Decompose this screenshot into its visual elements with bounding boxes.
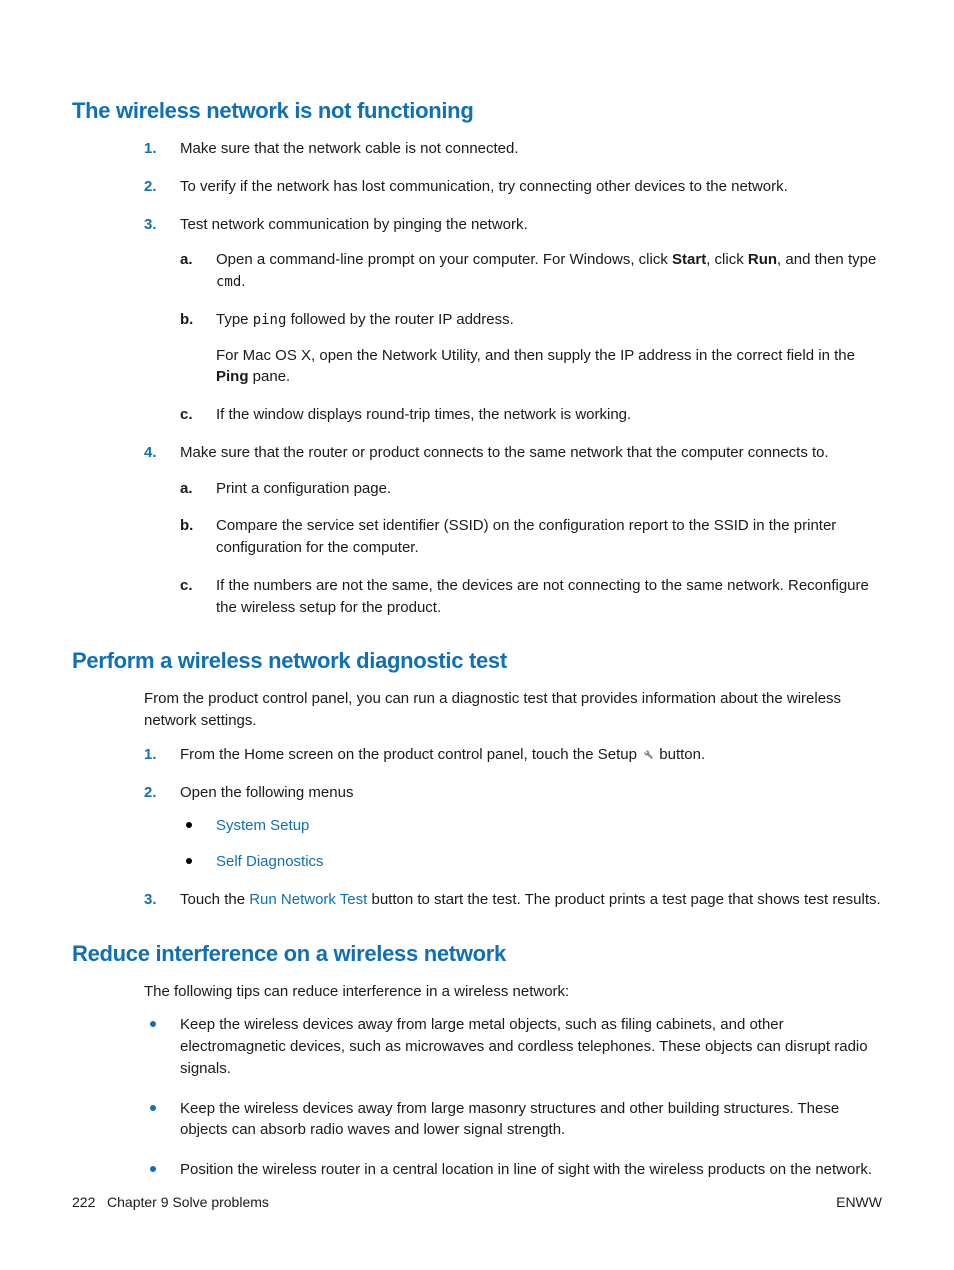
document-page: The wireless network is not functioning … <box>0 0 954 1270</box>
sec1-step4b: b. Compare the service set identifier (S… <box>180 515 882 559</box>
sec1-step4c: c. If the numbers are not the same, the … <box>180 575 882 619</box>
wrench-icon <box>641 745 655 757</box>
tip-text: Keep the wireless devices away from larg… <box>180 1016 868 1077</box>
step-text: Test network communication by pinging th… <box>180 216 528 233</box>
step-text: Open the following menus <box>180 784 353 801</box>
ui-label-start: Start <box>672 251 706 268</box>
step-text: Print a configuration page. <box>216 480 391 497</box>
sec3-tip3: Position the wireless router in a centra… <box>144 1159 882 1181</box>
ui-label-run: Run <box>748 251 777 268</box>
footer-right: ENWW <box>836 1194 882 1210</box>
step-text: If the numbers are not the same, the dev… <box>216 577 869 616</box>
text-fragment: followed by the router IP address. <box>286 311 513 328</box>
ui-label-ping-pane: Ping <box>216 368 249 385</box>
list-marker: b. <box>180 309 193 331</box>
list-marker: 2. <box>144 176 157 198</box>
sec2-step3: 3. Touch the Run Network Test button to … <box>144 889 882 911</box>
sec2-step2: 2. Open the following menus System Setup… <box>144 782 882 873</box>
sec3-tip1: Keep the wireless devices away from larg… <box>144 1014 882 1079</box>
sec1-step4: 4. Make sure that the router or product … <box>144 442 882 619</box>
text-fragment: , and then type <box>777 251 876 268</box>
sec1-step3a: a. Open a command-line prompt on your co… <box>180 249 882 293</box>
step-text: To verify if the network has lost commun… <box>180 178 788 195</box>
bullet-icon <box>186 858 192 864</box>
sec1-step3b-mac: For Mac OS X, open the Network Utility, … <box>216 345 882 389</box>
list-marker: 2. <box>144 782 157 804</box>
code-cmd: cmd <box>216 274 241 290</box>
sec1-step4a: a. Print a configuration page. <box>180 478 882 500</box>
sec3-tips-list: Keep the wireless devices away from larg… <box>144 1014 882 1181</box>
sec1-step3-sublist: a. Open a command-line prompt on your co… <box>180 249 882 426</box>
sec1-list: 1. Make sure that the network cable is n… <box>144 138 882 618</box>
chapter-title: Chapter 9 Solve problems <box>107 1194 269 1210</box>
step-text: If the window displays round-trip times,… <box>216 406 631 423</box>
heading-wireless-not-functioning: The wireless network is not functioning <box>72 98 882 124</box>
ui-link-system-setup: System Setup <box>216 817 309 834</box>
sec1-step4-sublist: a. Print a configuration page. b. Compar… <box>180 478 882 619</box>
heading-reduce-interference: Reduce interference on a wireless networ… <box>72 941 882 967</box>
page-number: 222 <box>72 1194 95 1210</box>
heading-diagnostic-test: Perform a wireless network diagnostic te… <box>72 648 882 674</box>
tip-text: Position the wireless router in a centra… <box>180 1161 872 1178</box>
sec2-step1: 1. From the Home screen on the product c… <box>144 744 882 766</box>
footer-left: 222 Chapter 9 Solve problems <box>72 1194 269 1210</box>
page-footer: 222 Chapter 9 Solve problems ENWW <box>72 1194 882 1210</box>
list-marker: c. <box>180 575 193 597</box>
code-ping: ping <box>253 312 287 328</box>
sec2-list: 1. From the Home screen on the product c… <box>144 744 882 911</box>
sec3-intro: The following tips can reduce interferen… <box>144 981 882 1003</box>
text-fragment: Open a command-line prompt on your compu… <box>216 251 672 268</box>
bullet-icon <box>150 1105 156 1111</box>
text-fragment: . <box>241 273 245 290</box>
sec1-step3b: b. Type ping followed by the router IP a… <box>180 309 882 388</box>
text-fragment: pane. <box>249 368 291 385</box>
list-marker: b. <box>180 515 193 537</box>
sec1-step2: 2. To verify if the network has lost com… <box>144 176 882 198</box>
list-marker: 4. <box>144 442 157 464</box>
menu-item-self-diagnostics: Self Diagnostics <box>180 851 882 873</box>
list-marker: 3. <box>144 889 157 911</box>
sec1-step1: 1. Make sure that the network cable is n… <box>144 138 882 160</box>
list-marker: c. <box>180 404 193 426</box>
list-marker: a. <box>180 478 193 500</box>
ui-link-run-network-test: Run Network Test <box>249 891 367 908</box>
list-marker: 1. <box>144 138 157 160</box>
text-fragment: Type <box>216 311 253 328</box>
text-fragment: Touch the <box>180 891 249 908</box>
text-fragment: , click <box>706 251 748 268</box>
list-marker: 1. <box>144 744 157 766</box>
bullet-icon <box>150 1021 156 1027</box>
sec2-menu-list: System Setup Self Diagnostics <box>180 815 882 873</box>
bullet-icon <box>150 1166 156 1172</box>
text-fragment: For Mac OS X, open the Network Utility, … <box>216 347 855 364</box>
text-fragment: From the Home screen on the product cont… <box>180 746 641 763</box>
sec2-intro: From the product control panel, you can … <box>144 688 882 732</box>
step-text: Make sure that the network cable is not … <box>180 140 519 157</box>
sec1-step3: 3. Test network communication by pinging… <box>144 214 882 426</box>
step-text: Compare the service set identifier (SSID… <box>216 517 836 556</box>
list-marker: a. <box>180 249 193 271</box>
step-text: Make sure that the router or product con… <box>180 444 829 461</box>
menu-item-system-setup: System Setup <box>180 815 882 837</box>
bullet-icon <box>186 822 192 828</box>
tip-text: Keep the wireless devices away from larg… <box>180 1100 839 1139</box>
ui-link-self-diagnostics: Self Diagnostics <box>216 853 324 870</box>
sec3-tip2: Keep the wireless devices away from larg… <box>144 1098 882 1142</box>
text-fragment: button. <box>655 746 705 763</box>
sec1-step3c: c. If the window displays round-trip tim… <box>180 404 882 426</box>
text-fragment: button to start the test. The product pr… <box>367 891 880 908</box>
list-marker: 3. <box>144 214 157 236</box>
